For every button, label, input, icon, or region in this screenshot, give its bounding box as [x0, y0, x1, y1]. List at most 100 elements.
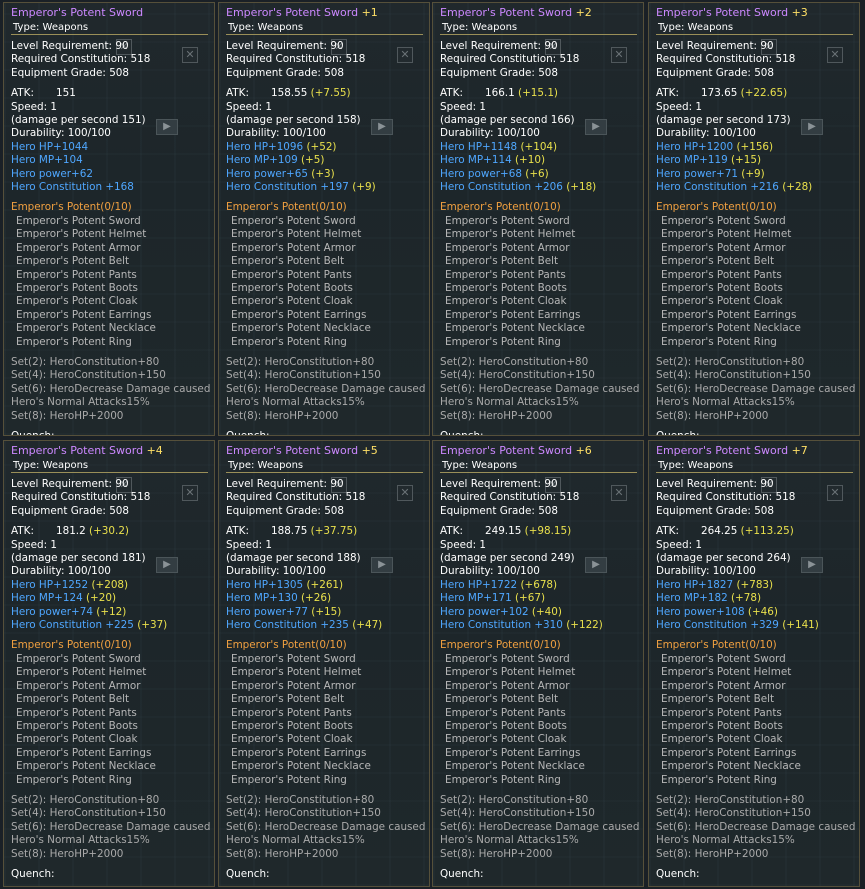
- damage-per-second: (damage per second 166): [440, 114, 575, 127]
- set-bonus: Set(2): HeroConstitution+80: [440, 793, 589, 806]
- atk-row: ATK: 166.1 (+15.1): [440, 87, 637, 100]
- stat-mp: Hero MP+119 (+15): [656, 154, 762, 167]
- atk-row: ATK: 151: [11, 87, 208, 100]
- atk-label: ATK:: [656, 87, 679, 100]
- durability: Durability: 100/100: [11, 565, 111, 578]
- damage-per-second: (damage per second 151): [11, 114, 146, 127]
- item-name: Emperor's Potent Sword: [226, 444, 359, 457]
- stat-hp: Hero HP+1722 (+678): [440, 578, 558, 591]
- atk-row: ATK: 249.15 (+98.15): [440, 525, 637, 538]
- durability: Durability: 100/100: [11, 127, 111, 140]
- atk-label: ATK:: [226, 525, 249, 538]
- atk-value: 249.15: [484, 525, 522, 538]
- set-item: Emperor's Potent Sword: [231, 214, 356, 227]
- set-item: Emperor's Potent Necklace: [231, 760, 371, 773]
- set-item: Emperor's Potent Ring: [445, 335, 561, 348]
- set-item: Emperor's Potent Earrings: [231, 746, 367, 759]
- item-type: Type: Weapons: [11, 21, 208, 35]
- set-item: Emperor's Potent Sword: [16, 214, 141, 227]
- equipment-grade: Equipment Grade: 508: [656, 66, 775, 79]
- equipment-grade: Equipment Grade: 508: [656, 504, 775, 517]
- set-bonus: Set(2): HeroConstitution+80: [656, 793, 805, 806]
- set-bonus: Set(6): HeroDecrease Damage caused by: [226, 820, 430, 833]
- tooltip-grid: ✕ ✕ ▶ Emperor's Potent Sword Type: Weapo…: [0, 0, 865, 889]
- damage-per-second: (damage per second 264): [656, 552, 791, 565]
- atk-label: ATK:: [11, 87, 34, 100]
- required-constitution: Required Constitution: 518: [226, 53, 366, 66]
- atk-label: ATK:: [440, 87, 463, 100]
- set-bonus: Set(2): HeroConstitution+80: [11, 355, 160, 368]
- equipment-grade: Equipment Grade: 508: [440, 66, 559, 79]
- set-bonus: Set(4): HeroConstitution+150: [226, 807, 381, 820]
- set-bonus: Set(2): HeroConstitution+80: [226, 355, 375, 368]
- stat-mp: Hero MP+104: [11, 154, 83, 167]
- item-name: Emperor's Potent Sword: [226, 6, 359, 19]
- set-title: Emperor's Potent(0/10): [440, 639, 561, 652]
- set-item: Emperor's Potent Necklace: [16, 760, 156, 773]
- atk-label: ATK:: [226, 87, 249, 100]
- set-item: Emperor's Potent Boots: [661, 719, 783, 732]
- speed: Speed: 1: [656, 100, 702, 113]
- set-bonus-list: Set(2): HeroConstitution+80 Set(4): Hero…: [656, 356, 859, 423]
- speed: Speed: 1: [11, 100, 57, 113]
- set-title: Emperor's Potent(0/10): [440, 201, 561, 214]
- stat-mp: Hero MP+171 (+67): [440, 592, 546, 605]
- set-bonus: Set(4): HeroConstitution+150: [11, 807, 166, 820]
- set-item: Emperor's Potent Boots: [445, 719, 567, 732]
- set-item: Emperor's Potent Boots: [231, 281, 353, 294]
- set-bonus: Set(4): HeroConstitution+150: [440, 369, 595, 382]
- item-tooltip-panel: ✕ ✕ ▶ Emperor's Potent Sword +7 Type: We…: [648, 440, 860, 887]
- atk-value: 188.75: [270, 525, 308, 538]
- quench-label: Quench:: [440, 867, 484, 880]
- set-item: Emperor's Potent Earrings: [16, 746, 152, 759]
- item-type: Type: Weapons: [11, 459, 208, 473]
- item-title: Emperor's Potent Sword +7: [656, 444, 853, 458]
- set-item: Emperor's Potent Pants: [16, 268, 137, 281]
- atk-row: ATK: 181.2 (+30.2): [11, 525, 208, 538]
- stat-constitution: Hero Constitution +168: [11, 181, 134, 194]
- set-item-list: Emperor's Potent Sword Emperor's Potent …: [440, 653, 637, 787]
- atk-row: ATK: 158.55 (+7.55): [226, 87, 423, 100]
- set-bonus: Set(4): HeroConstitution+150: [656, 369, 811, 382]
- damage-per-second: (damage per second 249): [440, 552, 575, 565]
- set-item: Emperor's Potent Earrings: [661, 308, 797, 321]
- set-title: Emperor's Potent(0/10): [11, 201, 132, 214]
- item-title: Emperor's Potent Sword +3: [656, 6, 853, 20]
- set-title: Emperor's Potent(0/10): [656, 201, 777, 214]
- set-item: Emperor's Potent Necklace: [16, 322, 156, 335]
- atk-row: ATK: 264.25 (+113.25): [656, 525, 853, 538]
- set-bonus: Set(8): HeroHP+2000: [656, 409, 769, 422]
- set-title: Emperor's Potent(0/10): [656, 639, 777, 652]
- stat-power: Hero power+108 (+46): [656, 605, 778, 618]
- set-item: Emperor's Potent Belt: [16, 693, 130, 706]
- quench-label: Quench:: [226, 429, 270, 436]
- damage-per-second: (damage per second 173): [656, 114, 791, 127]
- set-title: Emperor's Potent(0/10): [11, 639, 132, 652]
- item-tooltip-panel: ✕ ✕ ▶ Emperor's Potent Sword +4 Type: We…: [3, 440, 215, 887]
- set-item-list: Emperor's Potent Sword Emperor's Potent …: [226, 215, 423, 349]
- item-name: Emperor's Potent Sword: [440, 6, 573, 19]
- set-item: Emperor's Potent Earrings: [445, 308, 581, 321]
- atk-value: 151: [55, 87, 76, 100]
- item-title: Emperor's Potent Sword +2: [440, 6, 637, 20]
- set-item: Emperor's Potent Ring: [231, 773, 347, 786]
- stat-hp: Hero HP+1148 (+104): [440, 140, 558, 153]
- item-tooltip-panel: ✕ ✕ ▶ Emperor's Potent Sword +6 Type: We…: [432, 440, 644, 887]
- stat-power: Hero power+71 (+9): [656, 167, 765, 180]
- atk-bonus: (+7.55): [310, 87, 351, 100]
- stat-constitution: Hero Constitution +329 (+141): [656, 619, 819, 632]
- set-item: Emperor's Potent Sword: [16, 652, 141, 665]
- set-item: Emperor's Potent Cloak: [445, 295, 567, 308]
- item-type: Type: Weapons: [656, 459, 853, 473]
- set-item: Emperor's Potent Cloak: [661, 733, 783, 746]
- equipment-grade: Equipment Grade: 508: [440, 504, 559, 517]
- set-item: Emperor's Potent Ring: [16, 335, 132, 348]
- equipment-grade: Equipment Grade: 508: [226, 66, 345, 79]
- atk-row: ATK: 173.65 (+22.65): [656, 87, 853, 100]
- stat-mp: Hero MP+114 (+10): [440, 154, 546, 167]
- atk-bonus: (+30.2): [89, 525, 129, 538]
- level-requirement: Level Requirement: 90: [11, 40, 129, 52]
- item-tooltip-panel: ✕ ✕ ▶ Emperor's Potent Sword +3 Type: We…: [648, 2, 860, 436]
- speed: Speed: 1: [440, 100, 486, 113]
- set-item-list: Emperor's Potent Sword Emperor's Potent …: [656, 215, 853, 349]
